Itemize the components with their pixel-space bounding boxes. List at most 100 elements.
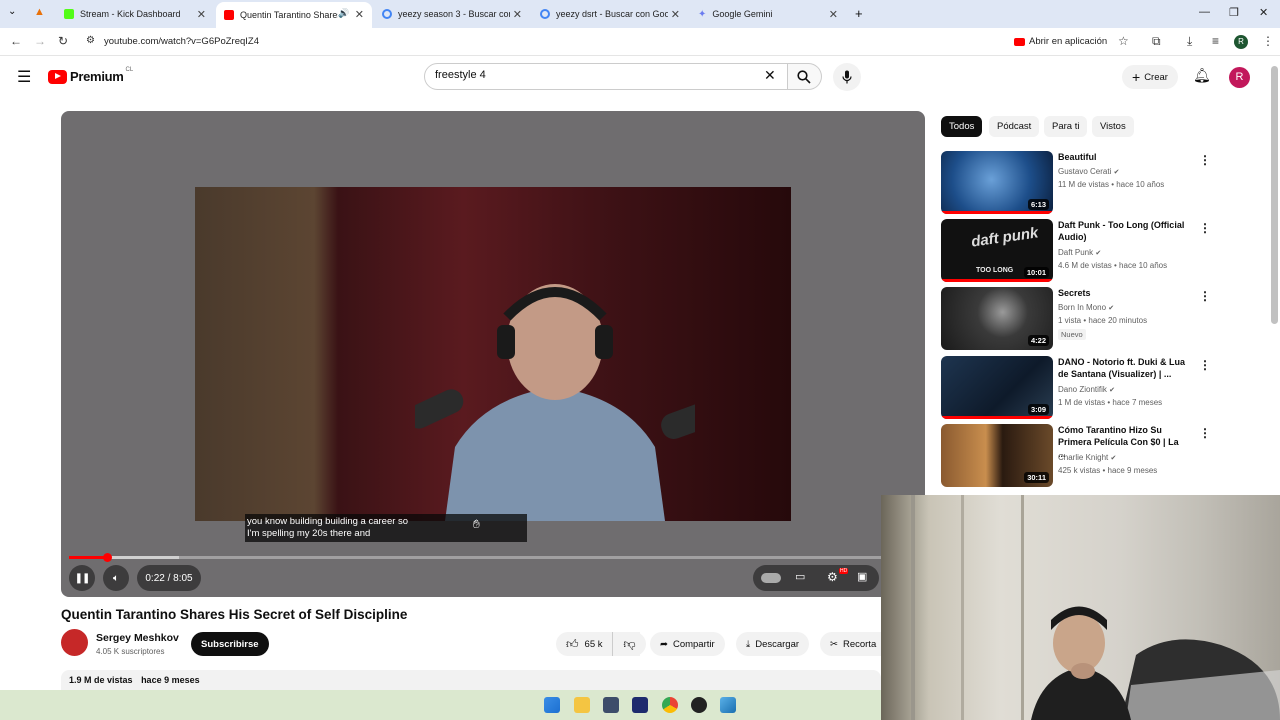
close-window-icon[interactable]: ✕ xyxy=(1259,6,1268,19)
windows-start-icon[interactable] xyxy=(544,697,560,713)
rec-title[interactable]: Beautiful xyxy=(1058,151,1188,163)
tab-close-icon[interactable]: ✕ xyxy=(197,8,206,21)
rec-channel[interactable]: Gustavo Cerati ✔ xyxy=(1058,167,1119,176)
open-in-app-button[interactable]: Abrir en aplicación xyxy=(1014,36,1107,47)
chip-para-ti[interactable]: Para ti xyxy=(1044,116,1088,137)
share-button[interactable]: ➦ Compartir xyxy=(650,632,725,656)
search-box[interactable]: ✕ xyxy=(424,63,788,90)
channel-avatar[interactable] xyxy=(61,629,88,656)
rec-title[interactable]: Daft Punk - Too Long (Official Audio) xyxy=(1058,219,1188,243)
video-thumbnail[interactable]: 3:09 xyxy=(941,356,1053,419)
chip-todos[interactable]: Todos xyxy=(941,116,983,137)
file-explorer-icon[interactable] xyxy=(574,697,590,713)
video-thumbnail[interactable]: 30:11 xyxy=(941,424,1053,487)
verified-icon: ✔ xyxy=(1108,305,1115,312)
more-options-icon[interactable]: ⋮ xyxy=(1199,221,1211,235)
volume-button[interactable]: 🔈︎ xyxy=(103,565,129,591)
video-thumbnail[interactable]: 6:13 xyxy=(941,151,1053,214)
browser-toolbar: ← → ↻ ⚙ youtube.com/watch?v=G6PoZreqIZ4 … xyxy=(0,28,1280,56)
recommendation-item[interactable]: 4:22 Secrets Born In Mono ✔ 1 vista • ha… xyxy=(941,287,1216,350)
subscribe-button[interactable]: Subscribirse xyxy=(191,632,269,656)
download-button[interactable]: ⤓ Descargar xyxy=(736,632,810,656)
browser-profile-avatar[interactable]: R xyxy=(1234,35,1248,49)
rec-title[interactable]: Secrets xyxy=(1058,287,1188,299)
bookmark-star-icon[interactable]: ☆ xyxy=(1118,34,1129,48)
view-count: 1.9 M de vistas xyxy=(69,675,133,685)
new-tab-icon[interactable]: + xyxy=(855,6,863,21)
open-in-app-label: Abrir en aplicación xyxy=(1029,36,1108,47)
forward-icon[interactable]: → xyxy=(34,34,46,48)
address-bar[interactable]: youtube.com/watch?v=G6PoZreqIZ4 xyxy=(104,36,259,47)
site-settings-icon[interactable]: ⚙ xyxy=(86,35,95,46)
search-button[interactable] xyxy=(788,63,822,90)
recommendation-item[interactable]: 3:09 DANO - Notorio ft. Duki & Lua de Sa… xyxy=(941,356,1216,419)
app-ide-icon[interactable] xyxy=(632,697,648,713)
rec-channel[interactable]: Born In Mono ✔ xyxy=(1058,303,1114,312)
channel-name[interactable]: Sergey Meshkov xyxy=(96,632,179,644)
recommendation-item[interactable]: 6:13 Beautiful Gustavo Cerati ✔ 11 M de … xyxy=(941,151,1216,214)
downloads-icon[interactable]: ⤓ xyxy=(1187,34,1192,49)
reload-icon[interactable]: ↻ xyxy=(58,34,68,48)
description-box[interactable]: 1.9 M de vistas hace 9 meses xyxy=(61,670,881,690)
rec-channel[interactable]: Dano Ziontifik ✔ xyxy=(1058,385,1115,394)
settings-gear-icon[interactable]: ⚙ xyxy=(827,570,838,584)
page-scrollbar[interactable] xyxy=(1271,66,1278,324)
create-button[interactable]: + Crear xyxy=(1122,65,1178,89)
more-options-icon[interactable]: ⋮ xyxy=(1199,358,1211,372)
extension-warning-icon[interactable]: ▲ xyxy=(34,6,45,18)
obs-icon[interactable] xyxy=(691,697,707,713)
tab-close-icon[interactable]: ✕ xyxy=(671,8,680,21)
recommendation-item[interactable]: 30:11 Cómo Tarantino Hizo Su Primera Pel… xyxy=(941,424,1216,487)
subtitles-icon[interactable]: ▭ xyxy=(795,570,805,583)
chrome-icon[interactable] xyxy=(662,697,678,713)
tab-search-icon[interactable]: ⌄ xyxy=(8,6,16,17)
miniplayer-icon[interactable]: ▣ xyxy=(857,570,867,583)
clip-button[interactable]: ✂ Recorta xyxy=(820,632,881,656)
minimize-icon[interactable]: — xyxy=(1199,6,1210,18)
video-thumbnail[interactable]: daft punk TOO LONG 10:01 xyxy=(941,219,1053,282)
video-thumbnail[interactable]: 4:22 xyxy=(941,287,1053,350)
tab-google-yeezy-dsrt[interactable]: yeezy dsrt - Buscar con Google ✕ xyxy=(532,2,688,26)
progress-scrubber-handle[interactable] xyxy=(103,553,113,562)
chip-vistos[interactable]: Vistos xyxy=(1092,116,1134,137)
notifications-bell-icon[interactable]: 🔔︎ xyxy=(1193,67,1211,84)
video-player[interactable]: you know building building a career so I… xyxy=(61,111,925,597)
hamburger-menu-icon[interactable]: ☰ xyxy=(17,67,31,87)
rec-channel[interactable]: Daft Punk ✔ xyxy=(1058,248,1101,257)
rec-title[interactable]: DANO - Notorio ft. Duki & Lua de Santana… xyxy=(1058,356,1188,380)
tab-title: Stream - Kick Dashboard xyxy=(80,9,181,19)
youtube-premium-logo[interactable]: Premium CL xyxy=(48,67,133,84)
video-frame-content xyxy=(195,187,791,521)
google-favicon-icon xyxy=(540,9,550,19)
app-cube-icon[interactable] xyxy=(603,697,619,713)
tab-close-icon[interactable]: ✕ xyxy=(355,8,364,21)
more-options-icon[interactable]: ⋮ xyxy=(1199,153,1211,167)
extensions-icon[interactable]: ⧉ xyxy=(1152,34,1161,49)
chip-podcast[interactable]: Pódcast xyxy=(989,116,1040,137)
tab-google-gemini[interactable]: ✦ Google Gemini ✕ xyxy=(690,2,846,26)
autoplay-toggle[interactable] xyxy=(761,573,781,583)
browser-menu-icon[interactable]: ⋮ xyxy=(1262,34,1274,48)
tab-close-icon[interactable]: ✕ xyxy=(513,8,522,21)
tab-close-icon[interactable]: ✕ xyxy=(829,8,838,21)
back-icon[interactable]: ← xyxy=(10,34,22,48)
progress-bar[interactable] xyxy=(69,553,917,562)
restore-icon[interactable]: ❐ xyxy=(1229,6,1239,19)
dislike-button[interactable]: 👎︎ xyxy=(612,632,646,656)
app-paint-icon[interactable] xyxy=(720,697,736,713)
voice-search-button[interactable] xyxy=(833,63,861,91)
search-input[interactable] xyxy=(435,69,735,81)
more-options-icon[interactable]: ⋮ xyxy=(1199,289,1211,303)
tab-kick-dashboard[interactable]: Stream - Kick Dashboard ✕ xyxy=(56,2,214,26)
youtube-icon xyxy=(1014,37,1025,46)
more-options-icon[interactable]: ⋮ xyxy=(1199,426,1211,440)
pause-button[interactable]: ❚❚ xyxy=(69,565,95,591)
clear-search-icon[interactable]: ✕ xyxy=(764,67,776,84)
media-control-icon[interactable]: ≡ xyxy=(1212,34,1219,48)
tab-youtube-active[interactable]: Quentin Tarantino Shares H 🔊 ✕ xyxy=(216,2,372,28)
account-avatar[interactable]: R xyxy=(1229,67,1250,88)
tab-google-yeezy-season[interactable]: yeezy season 3 - Buscar con Go ✕ xyxy=(374,2,530,26)
audio-playing-icon[interactable]: 🔊 xyxy=(338,8,349,19)
rec-channel[interactable]: Charlie Knight ✔ xyxy=(1058,453,1116,462)
recommendation-item[interactable]: daft punk TOO LONG 10:01 Daft Punk - Too… xyxy=(941,219,1216,282)
